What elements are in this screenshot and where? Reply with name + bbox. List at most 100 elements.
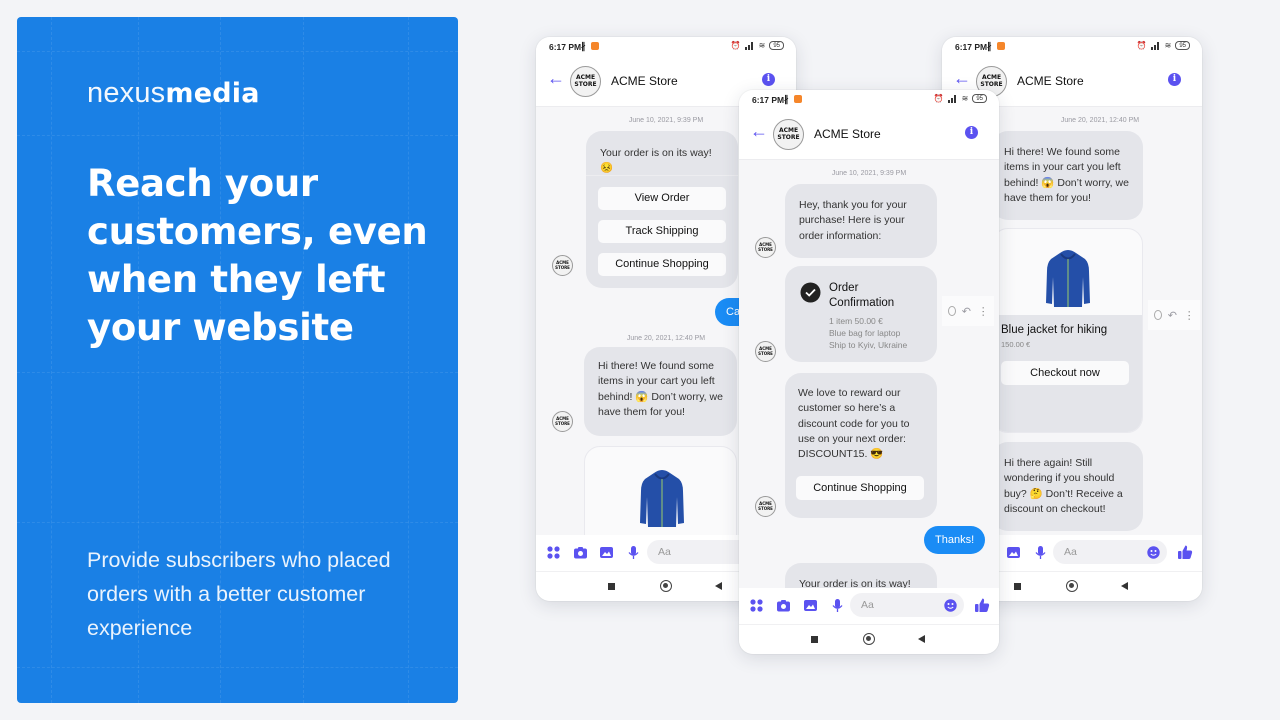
- reply-icon[interactable]: ↶: [1168, 309, 1177, 322]
- back-arrow-icon[interactable]: ←: [750, 122, 768, 140]
- back-button[interactable]: [715, 582, 722, 590]
- continue-shopping-button[interactable]: Continue Shopping: [598, 253, 726, 276]
- signal-icon: [744, 41, 755, 50]
- store-avatar-small: ACME STORE: [755, 341, 776, 362]
- grid-line: [17, 522, 458, 523]
- info-icon[interactable]: i: [1168, 73, 1181, 86]
- home-button[interactable]: [863, 633, 875, 645]
- chat-header: ← ACME STORE ACME Store i: [739, 110, 999, 160]
- promo-panel: nexusmedia Reach your customers, even wh…: [17, 17, 458, 703]
- store-avatar[interactable]: ACME STORE: [773, 119, 804, 150]
- bluetooth-icon: ∦: [784, 94, 789, 104]
- status-time: 6:17 PM: [752, 95, 785, 105]
- product-card[interactable]: Blue jacket for hiking 150.00 € Checkout…: [992, 228, 1143, 433]
- image-icon[interactable]: [803, 598, 818, 613]
- more-options-icon[interactable]: ⋯: [1183, 310, 1195, 321]
- back-button[interactable]: [918, 635, 925, 643]
- message-text: Hey, thank you for your purchase! Here i…: [799, 199, 907, 242]
- order-items: 1 item 50.00 €: [829, 316, 883, 326]
- recents-button[interactable]: [811, 636, 818, 643]
- react-icon[interactable]: [948, 306, 956, 316]
- status-time: 6:17 PM: [955, 42, 988, 52]
- avatar-text: STORE: [574, 80, 597, 88]
- status-bar: 6:17 PM ∦ ⏰ ≋ 95: [942, 37, 1202, 57]
- grid-line: [51, 17, 52, 703]
- view-order-button[interactable]: View Order: [598, 187, 726, 210]
- order-details: 1 item 50.00 € Blue bag for laptop Ship …: [829, 315, 907, 351]
- microphone-icon[interactable]: [830, 598, 845, 613]
- message-timestamp: June 10, 2021, 9:39 PM: [831, 170, 907, 177]
- home-button[interactable]: [1066, 580, 1078, 592]
- back-arrow-icon[interactable]: ←: [953, 69, 971, 87]
- signal-icon: [947, 94, 958, 103]
- image-icon[interactable]: [599, 545, 614, 560]
- microphone-icon[interactable]: [1033, 545, 1048, 560]
- avatar-text: STORE: [777, 133, 800, 141]
- recents-button[interactable]: [608, 583, 615, 590]
- continue-shopping-button[interactable]: Continue Shopping: [796, 476, 924, 500]
- message-bubble: Hi there again! Still wondering if you s…: [992, 442, 1143, 531]
- status-bar: 6:17 PM ∦ ⏰ ≋ 95: [739, 90, 999, 110]
- product-details: Blue jacket for hiking 150.00 € Checkout…: [993, 315, 1142, 432]
- thumbs-up-icon[interactable]: [1177, 544, 1193, 560]
- message-composer: Aa: [739, 588, 999, 624]
- wifi-icon: ≋: [961, 94, 969, 103]
- message-text: Hi there again! Still wondering if you s…: [1004, 457, 1123, 515]
- emoji-icon[interactable]: [944, 599, 957, 612]
- message-timestamp: June 20, 2021, 12:40 PM: [1060, 117, 1140, 124]
- message-bubble: Hi there! We found some items in your ca…: [584, 347, 737, 436]
- grid-line: [17, 372, 458, 373]
- divider: [586, 175, 738, 176]
- brand-logo: nexusmedia: [87, 77, 260, 110]
- more-options-icon[interactable]: ⋯: [977, 306, 989, 317]
- android-nav-bar: [739, 624, 999, 654]
- order-confirmation-card[interactable]: Order Confirmation 1 item 50.00 € Blue b…: [785, 266, 937, 362]
- message-bubble: Hey, thank you for your purchase! Here i…: [785, 184, 937, 258]
- back-button[interactable]: [1121, 582, 1128, 590]
- message-bubble: We love to reward our customer so here’s…: [785, 373, 937, 518]
- message-text: Hi there! We found some items in your ca…: [598, 360, 723, 418]
- bluetooth-icon: ∦: [987, 41, 992, 51]
- message-actions: ↶ ⋯: [1148, 300, 1200, 330]
- order-title: Order Confirmation: [829, 282, 895, 309]
- grid-line: [17, 135, 458, 136]
- recents-button[interactable]: [1014, 583, 1021, 590]
- status-time: 6:17 PM: [549, 42, 582, 52]
- battery-icon: 95: [769, 41, 784, 50]
- product-price: 150.00 €: [1001, 340, 1031, 349]
- grid-line: [17, 51, 458, 52]
- logo-bold-text: media: [165, 78, 260, 109]
- back-arrow-icon[interactable]: ←: [547, 69, 565, 87]
- thumbs-up-icon[interactable]: [974, 597, 990, 613]
- battery-icon: 95: [972, 94, 987, 103]
- react-icon[interactable]: [1154, 310, 1162, 320]
- order-shipping: Ship to Kyiv, Ukraine: [829, 340, 908, 350]
- status-bar: 6:17 PM ∦ ⏰ ≋ 95: [536, 37, 796, 57]
- chat-title: ACME Store: [814, 127, 881, 141]
- info-icon[interactable]: i: [965, 126, 978, 139]
- apps-icon[interactable]: [749, 598, 764, 613]
- emoji-icon[interactable]: [1147, 546, 1160, 559]
- store-avatar[interactable]: ACME STORE: [570, 66, 601, 97]
- reply-icon[interactable]: ↶: [962, 305, 971, 318]
- camera-icon[interactable]: [776, 598, 791, 613]
- phone-mockup-middle: 6:17 PM ∦ ⏰ ≋ 95 ← ACME STORE ACME Store …: [739, 90, 999, 654]
- checkout-now-button[interactable]: Checkout now: [1001, 361, 1129, 385]
- order-product: Blue bag for laptop: [829, 328, 901, 338]
- check-circle-icon: [800, 282, 821, 303]
- wifi-icon: ≋: [758, 41, 766, 50]
- track-shipping-button[interactable]: Track Shipping: [598, 220, 726, 243]
- image-icon[interactable]: [1006, 545, 1021, 560]
- chat-title: ACME Store: [1017, 74, 1084, 88]
- microphone-icon[interactable]: [626, 545, 641, 560]
- message-bubble: Your order is on its way!😣 View Order Tr…: [586, 131, 738, 288]
- info-icon[interactable]: i: [762, 73, 775, 86]
- avatar-text: STORE: [980, 80, 1003, 88]
- alarm-icon: ⏰: [933, 94, 944, 103]
- camera-icon[interactable]: [573, 545, 588, 560]
- notification-icon: [997, 42, 1005, 50]
- home-button[interactable]: [660, 580, 672, 592]
- apps-icon[interactable]: [546, 545, 561, 560]
- alarm-icon: ⏰: [730, 41, 741, 50]
- alarm-icon: ⏰: [1136, 41, 1147, 50]
